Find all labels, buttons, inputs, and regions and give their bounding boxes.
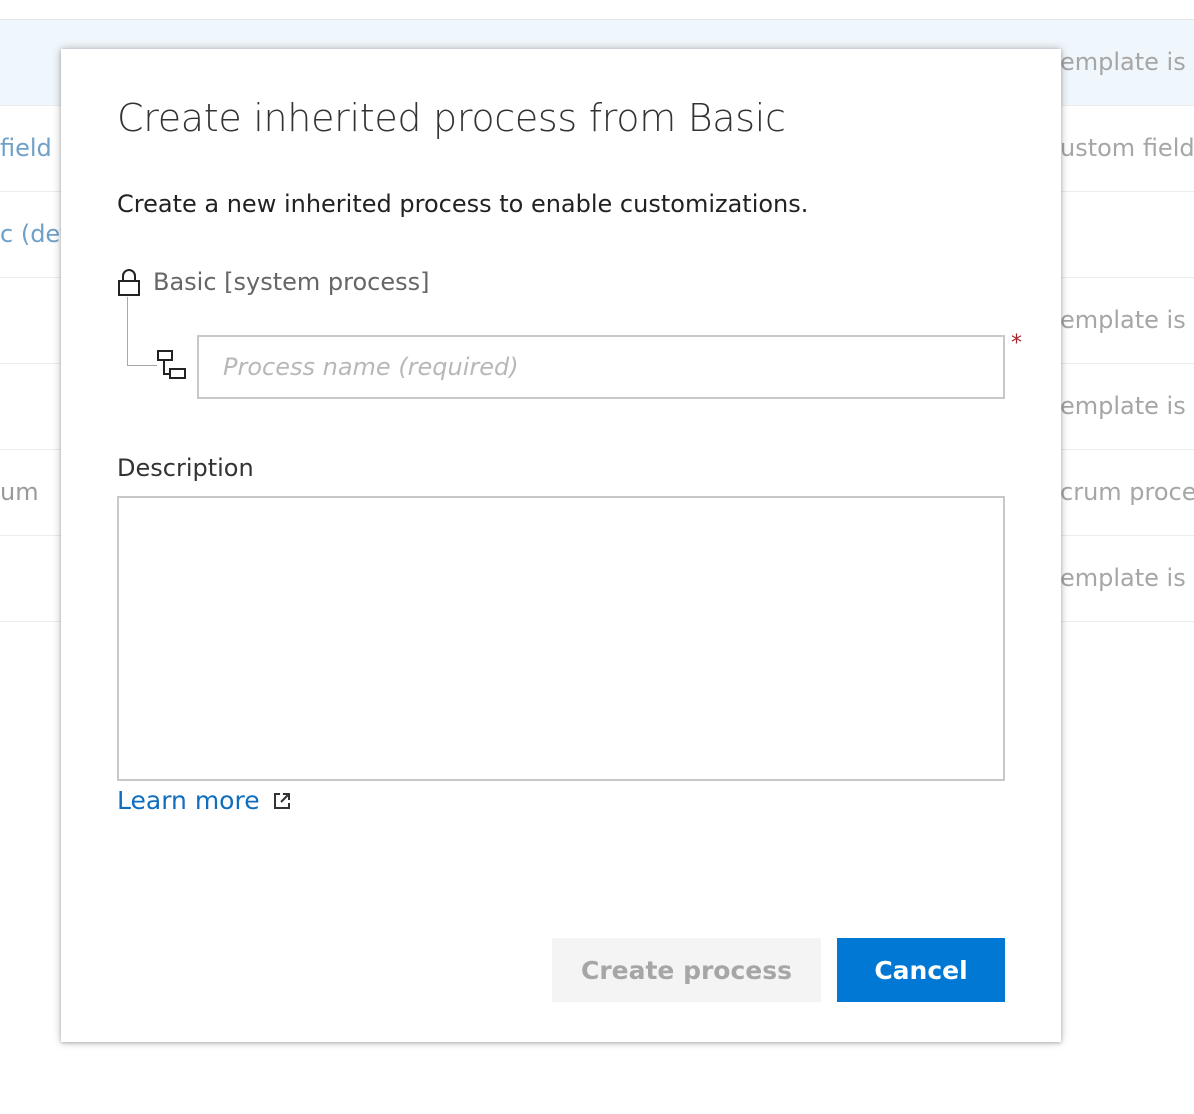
description-label: Description — [117, 454, 254, 482]
lock-icon — [118, 269, 140, 296]
create-process-dialog: Create inherited process from Basic Crea… — [61, 49, 1061, 1042]
row-description: crum proce — [1060, 478, 1194, 506]
tree-connector — [127, 365, 157, 366]
row-description: ustom field — [1060, 134, 1194, 162]
row-name[interactable]: um — [0, 478, 62, 506]
row-description: emplate is t — [1060, 48, 1194, 76]
tree-connector — [127, 297, 128, 365]
row-name[interactable]: c (def — [0, 220, 62, 248]
create-process-button[interactable]: Create process — [552, 938, 821, 1002]
cancel-button[interactable]: Cancel — [837, 938, 1005, 1002]
row-name[interactable]: field — [0, 134, 62, 162]
required-indicator: * — [1011, 331, 1022, 356]
row-description: emplate is t — [1060, 392, 1194, 420]
inherited-process-icon — [157, 350, 186, 379]
external-link-icon — [273, 793, 290, 809]
dialog-subtitle: Create a new inherited process to enable… — [117, 190, 809, 218]
parent-process-label: Basic [system process] — [153, 268, 430, 296]
row-description: emplate is t — [1060, 306, 1194, 334]
learn-more-link[interactable]: Learn more — [117, 785, 292, 817]
parent-process: Basic [system process] — [117, 265, 430, 299]
row-description: emplate is t — [1060, 564, 1194, 592]
process-name-input[interactable] — [197, 335, 1005, 399]
description-textarea[interactable] — [117, 496, 1005, 781]
dialog-title: Create inherited process from Basic — [117, 96, 786, 140]
learn-more-text: Learn more — [117, 786, 260, 815]
